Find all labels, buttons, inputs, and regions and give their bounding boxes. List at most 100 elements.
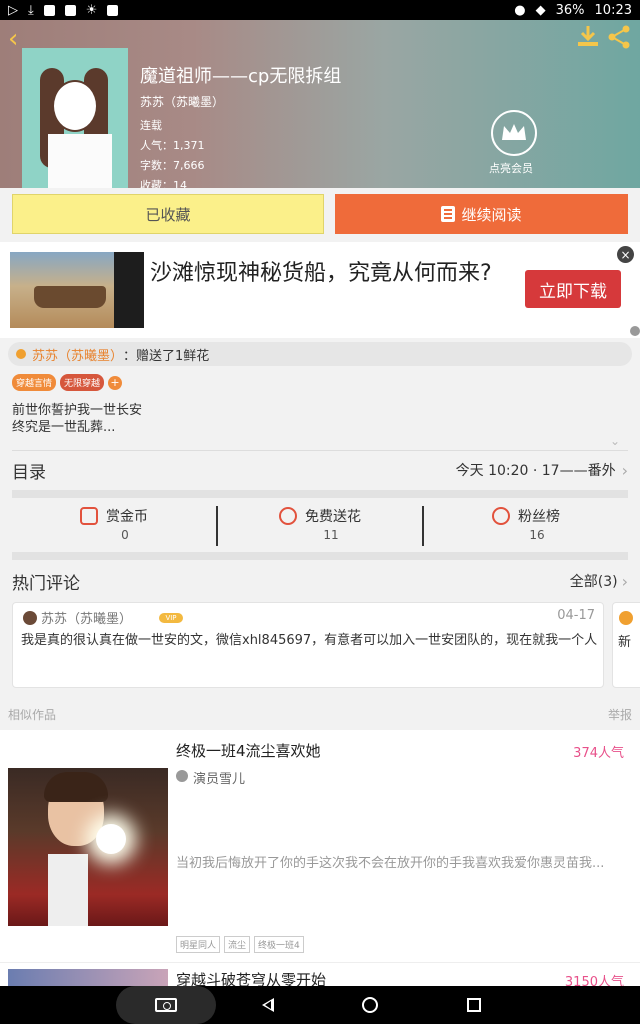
genre-tags: 穿越言情 无限穿越 +: [12, 374, 123, 391]
ad-indicator-icon: [630, 326, 640, 336]
book-header: ‹ 魔道祖师——cp无限拆组 苏苏（苏曦墨） 连载 人气：1,371 字数：7,…: [0, 20, 640, 188]
vip-badge: VIP: [159, 613, 183, 623]
comment-date: 04-17: [557, 608, 595, 623]
continue-reading-button[interactable]: 继续阅读: [335, 194, 628, 234]
back-button[interactable]: ‹: [8, 24, 18, 54]
battery-percent: 36%: [555, 2, 585, 18]
download-status-icon: ⤓: [28, 2, 34, 18]
avatar[interactable]: [23, 611, 37, 625]
hot-comments-header: 热门评论 全部(3) ›: [12, 566, 628, 596]
book-popularity: 人气：1,371: [140, 139, 205, 152]
divider: [12, 450, 628, 451]
comment-text-peek: 新: [618, 635, 632, 650]
tag: 终极一班4: [254, 936, 304, 953]
share-icon[interactable]: [606, 24, 632, 50]
intro-line: 前世你誓护我一世长安: [12, 403, 143, 418]
table-of-contents-row[interactable]: 目录 今天 10:20 · 17——番外 ›: [12, 452, 628, 488]
stat-label: 赏金币: [106, 509, 148, 525]
book-icon: [441, 206, 456, 222]
flower-icon: [279, 507, 297, 525]
tag[interactable]: 无限穿越: [60, 374, 105, 391]
stat-fan-ranking[interactable]: 粉丝榜 16: [422, 506, 628, 546]
work-popularity: 374人气: [573, 746, 624, 761]
book-cover: [22, 48, 128, 188]
section-divider: [12, 552, 628, 560]
clock: 10:23: [594, 2, 632, 18]
tag[interactable]: 穿越言情: [12, 374, 57, 391]
comment-card[interactable]: 苏苏（苏曦墨） VIP 04-17 我是真的很认真在做一世安的文，微信xhl84…: [12, 602, 604, 688]
ad-headline: 沙滩惊现神秘货船，究竟从何而来?: [150, 261, 492, 286]
action-bar: 已收藏 继续阅读: [0, 194, 640, 236]
comment-text: 我是真的很认真在做一世安的文，微信xhl845697，有意者可以加入一世安团队的…: [21, 633, 598, 648]
recents-square-icon[interactable]: [467, 998, 481, 1012]
toc-label: 目录: [12, 462, 46, 483]
wifi-icon: ◆: [535, 2, 546, 18]
image-icon: [64, 4, 76, 16]
book-status: 连载: [140, 119, 162, 132]
all-comments-link[interactable]: 全部(3): [570, 571, 618, 591]
vip-button[interactable]: 点亮会员: [489, 110, 538, 176]
report-link[interactable]: 举报: [608, 706, 632, 723]
stat-reward-coins[interactable]: 赏金币 0: [12, 506, 216, 546]
gift-text: ：赠送了1鲜花: [123, 348, 210, 364]
list-item[interactable]: 穿越斗破苍穹从零开始 3150人气: [0, 962, 640, 990]
chevron-right-icon: ›: [621, 571, 628, 591]
medal-icon: [492, 507, 510, 525]
comment-user[interactable]: 苏苏（苏曦墨）: [41, 608, 132, 627]
play-icon: ▷: [8, 2, 18, 18]
screenshot-button[interactable]: [116, 986, 216, 1024]
book-intro[interactable]: 前世你誓护我一世长安 终究是一世乱葬...: [12, 402, 142, 436]
work-description: 当初我后悔放开了你的手这次我不会在放开你的手我喜欢我爱你惠灵苗我...: [176, 856, 605, 871]
book-title: 魔道祖师——cp无限拆组: [140, 66, 342, 87]
add-tag-icon[interactable]: +: [108, 375, 123, 390]
list-item[interactable]: 终极一班4流尘喜欢她 374人气 演员雪儿 当初我后悔放开了你的手这次我不会在放…: [0, 730, 640, 962]
section-divider: [12, 490, 628, 498]
work-cover: [8, 768, 168, 926]
toc-latest: 今天 10:20 · 17——番外: [455, 463, 616, 479]
stat-label: 粉丝榜: [518, 509, 560, 525]
book-words: 字数：7,666: [140, 159, 205, 172]
similar-works-title: 相似作品: [8, 708, 57, 722]
app-icon: [43, 4, 55, 16]
home-circle-icon[interactable]: [362, 997, 378, 1013]
continue-reading-label: 继续阅读: [461, 205, 522, 224]
flower-icon: [16, 349, 26, 359]
stat-free-flowers[interactable]: 免费送花 11: [216, 506, 422, 546]
avatar: [176, 770, 188, 782]
gift-notice: 苏苏（苏曦墨） ：赠送了1鲜花: [8, 342, 632, 366]
work-tags: 明星同人 流尘 终极一班4: [176, 936, 304, 953]
back-triangle-icon[interactable]: [262, 998, 274, 1012]
vip-label: 点亮会员: [489, 162, 533, 175]
chevron-down-icon[interactable]: ⌄: [610, 434, 620, 448]
bulb-icon: ☀: [85, 2, 98, 18]
stat-value: 0: [121, 528, 129, 542]
coin-icon: [80, 507, 98, 525]
app-icon-2: [107, 4, 119, 16]
similar-works-header: 相似作品 举报: [8, 706, 632, 723]
stats-row: 赏金币 0 免费送花 11 粉丝榜 16: [12, 506, 628, 546]
stat-value: 16: [529, 528, 545, 542]
hot-comments-title: 热门评论: [12, 573, 80, 594]
status-bar: ▷ ⤓ ☀ ● ◆ 36% 10:23: [0, 0, 640, 20]
comment-card-next[interactable]: 新: [612, 602, 640, 688]
system-navigation-bar: [0, 986, 640, 1024]
intro-line: 终究是一世乱葬...: [12, 420, 116, 435]
ad-banner[interactable]: 沙滩惊现神秘货船，究竟从何而来? 立即下载 ×: [0, 242, 640, 338]
tag: 明星同人: [176, 936, 221, 953]
tag: 流尘: [224, 936, 251, 953]
work-title: 终极一班4流尘喜欢她: [176, 742, 321, 760]
ad-image: [10, 252, 144, 328]
favorited-button[interactable]: 已收藏: [12, 194, 324, 234]
close-icon[interactable]: ×: [617, 246, 634, 263]
download-icon[interactable]: [576, 24, 600, 48]
avatar: [619, 611, 633, 625]
chevron-right-icon: ›: [621, 460, 628, 480]
ad-download-button[interactable]: 立即下载: [525, 270, 621, 308]
crown-icon: [491, 110, 537, 156]
book-favorites: 收藏：14: [140, 179, 187, 188]
book-meta: 连载 人气：1,371 字数：7,666 收藏：14: [140, 116, 205, 188]
gift-user[interactable]: 苏苏（苏曦墨）: [32, 345, 123, 364]
book-author[interactable]: 苏苏（苏曦墨）: [140, 93, 224, 110]
work-author: 演员雪儿: [193, 772, 246, 787]
stat-value: 11: [323, 528, 339, 542]
